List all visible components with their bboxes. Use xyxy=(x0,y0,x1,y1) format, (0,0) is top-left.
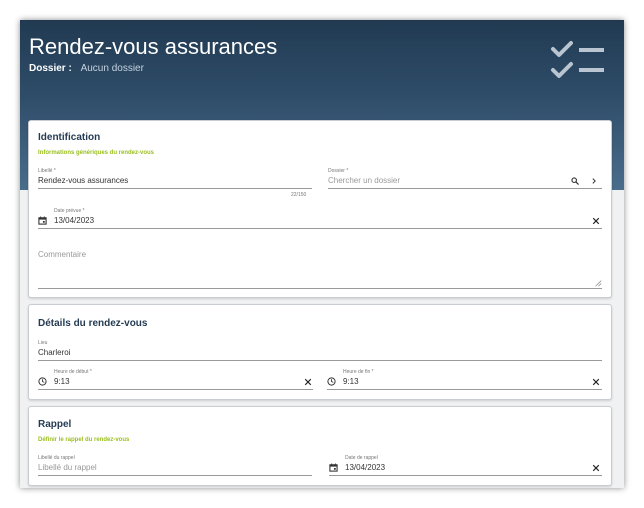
libelle-label: Libellé * xyxy=(38,168,56,174)
close-icon[interactable] xyxy=(304,378,312,386)
lieu-underline xyxy=(38,360,602,361)
date-prevue-underline xyxy=(38,228,602,229)
commentaire-underline xyxy=(38,288,602,289)
dossier-search-input[interactable]: Chercher un dossier xyxy=(328,176,400,185)
commentaire-textarea[interactable]: Commentaire xyxy=(38,250,86,259)
calendar-icon[interactable] xyxy=(329,463,338,472)
dossier-info-value: Aucun dossier xyxy=(80,63,144,74)
calendar-icon[interactable] xyxy=(38,216,47,225)
close-icon[interactable] xyxy=(592,378,600,386)
date-prevue-label: Date prévue * xyxy=(54,208,85,214)
date-prevue-input[interactable]: 13/04/2023 xyxy=(54,216,94,225)
app-window: Rendez-vous assurances Dossier : Aucun d… xyxy=(20,20,624,488)
dossier-info: Dossier : Aucun dossier xyxy=(29,63,144,74)
libelle-rappel-underline xyxy=(38,475,312,476)
date-rappel-underline xyxy=(329,475,602,476)
chevron-right-icon[interactable] xyxy=(590,177,598,185)
lieu-label: Lieu xyxy=(38,340,48,346)
heure-debut-underline xyxy=(38,389,313,390)
search-icon[interactable] xyxy=(571,177,579,185)
libelle-counter: 22/150 xyxy=(291,192,307,198)
rappel-subtitle: Définir le rappel du rendez-vous xyxy=(38,437,130,443)
libelle-rappel-input[interactable]: Libellé du rappel xyxy=(38,463,97,472)
date-rappel-label: Date de rappel xyxy=(345,455,378,461)
rappel-card: Rappel Définir le rappel du rendez-vous … xyxy=(28,406,612,486)
libelle-input[interactable]: Rendez-vous assurances xyxy=(38,176,128,185)
dossier-underline xyxy=(328,188,602,189)
dossier-info-label: Dossier : xyxy=(29,63,72,74)
clock-icon[interactable] xyxy=(38,377,47,386)
details-card: Détails du rendez-vous Lieu Charleroi He… xyxy=(28,304,612,400)
heure-debut-input[interactable]: 9:13 xyxy=(54,377,70,386)
heure-fin-underline xyxy=(327,389,602,390)
details-title: Détails du rendez-vous xyxy=(38,318,148,329)
heure-debut-label: Heure de début * xyxy=(54,369,92,375)
heure-fin-input[interactable]: 9:13 xyxy=(343,377,359,386)
lieu-input[interactable]: Charleroi xyxy=(38,348,70,357)
libelle-underline xyxy=(38,188,312,189)
checklist-icon xyxy=(551,41,604,78)
identification-subtitle: Informations génériques du rendez-vous xyxy=(38,150,155,156)
clock-icon[interactable] xyxy=(327,377,336,386)
libelle-rappel-label: Libellé du rappel xyxy=(38,455,75,461)
rappel-title: Rappel xyxy=(38,419,72,430)
dossier-label: Dossier * xyxy=(328,168,349,174)
page-title: Rendez-vous assurances xyxy=(29,34,278,59)
identification-card: Identification Informations génériques d… xyxy=(28,120,612,298)
heure-fin-label: Heure de fin * xyxy=(343,369,374,375)
close-icon[interactable] xyxy=(592,217,600,225)
resize-handle-icon[interactable] xyxy=(594,279,602,287)
close-icon[interactable] xyxy=(592,464,600,472)
date-rappel-input[interactable]: 13/04/2023 xyxy=(345,463,385,472)
identification-title: Identification xyxy=(38,132,101,143)
